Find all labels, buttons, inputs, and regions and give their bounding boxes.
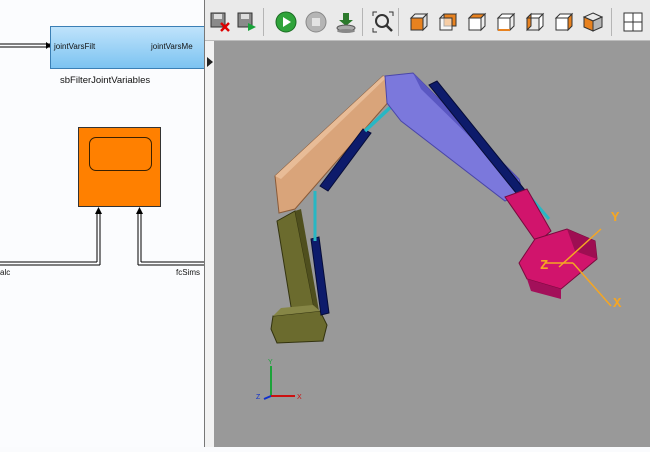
save-viewpoint-icon[interactable] (235, 10, 259, 34)
scope-block[interactable] (78, 127, 161, 207)
scope-screen-icon (89, 137, 152, 171)
frame-z-label: Z (540, 258, 548, 274)
filter-joint-variables-block[interactable]: jointVarsFilt jointVarsMe (50, 26, 204, 69)
view-back-icon[interactable] (436, 10, 460, 34)
boom (274, 75, 392, 214)
view-left-icon[interactable] (523, 10, 547, 34)
view-front-icon[interactable] (407, 10, 431, 34)
mechanics-explorer-window[interactable]: Y Z X Y Z X (204, 0, 650, 447)
output-port-label: jointVarsMe (151, 42, 193, 51)
right-signal-label: fcSims (176, 268, 200, 277)
left-signal-label: alc (0, 268, 11, 277)
view-right-icon[interactable] (552, 10, 576, 34)
model-canvas[interactable]: jointVarsFilt jointVarsMe sbFilterJointV… (0, 0, 204, 447)
view-iso-icon[interactable] (581, 10, 605, 34)
triad-z-axis (263, 395, 272, 400)
base-foot (270, 310, 328, 344)
3d-scene-view[interactable]: Y Z X Y Z X (215, 41, 650, 447)
triad-y-label: Y (268, 359, 273, 366)
triad-z-label: Z (256, 394, 261, 401)
view-bottom-icon[interactable] (494, 10, 518, 34)
triad-x-label: X (297, 394, 302, 401)
viewer-toolbar (205, 0, 650, 41)
frame-x-label: X (613, 296, 622, 312)
robot-arm-render: Y Z X Y Z X (256, 72, 622, 401)
zoom-fit-icon[interactable] (371, 10, 395, 34)
step-icon[interactable] (334, 10, 358, 34)
close-all-icon[interactable] (208, 10, 232, 34)
stop-icon[interactable] (304, 10, 328, 34)
input-port-label: jointVarsFilt (54, 42, 96, 51)
frame-y-label: Y (611, 210, 620, 226)
view-top-icon[interactable] (465, 10, 489, 34)
gripper-arm (504, 188, 552, 244)
layout-icon[interactable] (621, 10, 645, 34)
play-icon[interactable] (274, 10, 298, 34)
block-name-label: sbFilterJointVariables (60, 75, 151, 86)
stick (384, 72, 524, 202)
tree-pane-collapsed[interactable] (205, 41, 215, 447)
